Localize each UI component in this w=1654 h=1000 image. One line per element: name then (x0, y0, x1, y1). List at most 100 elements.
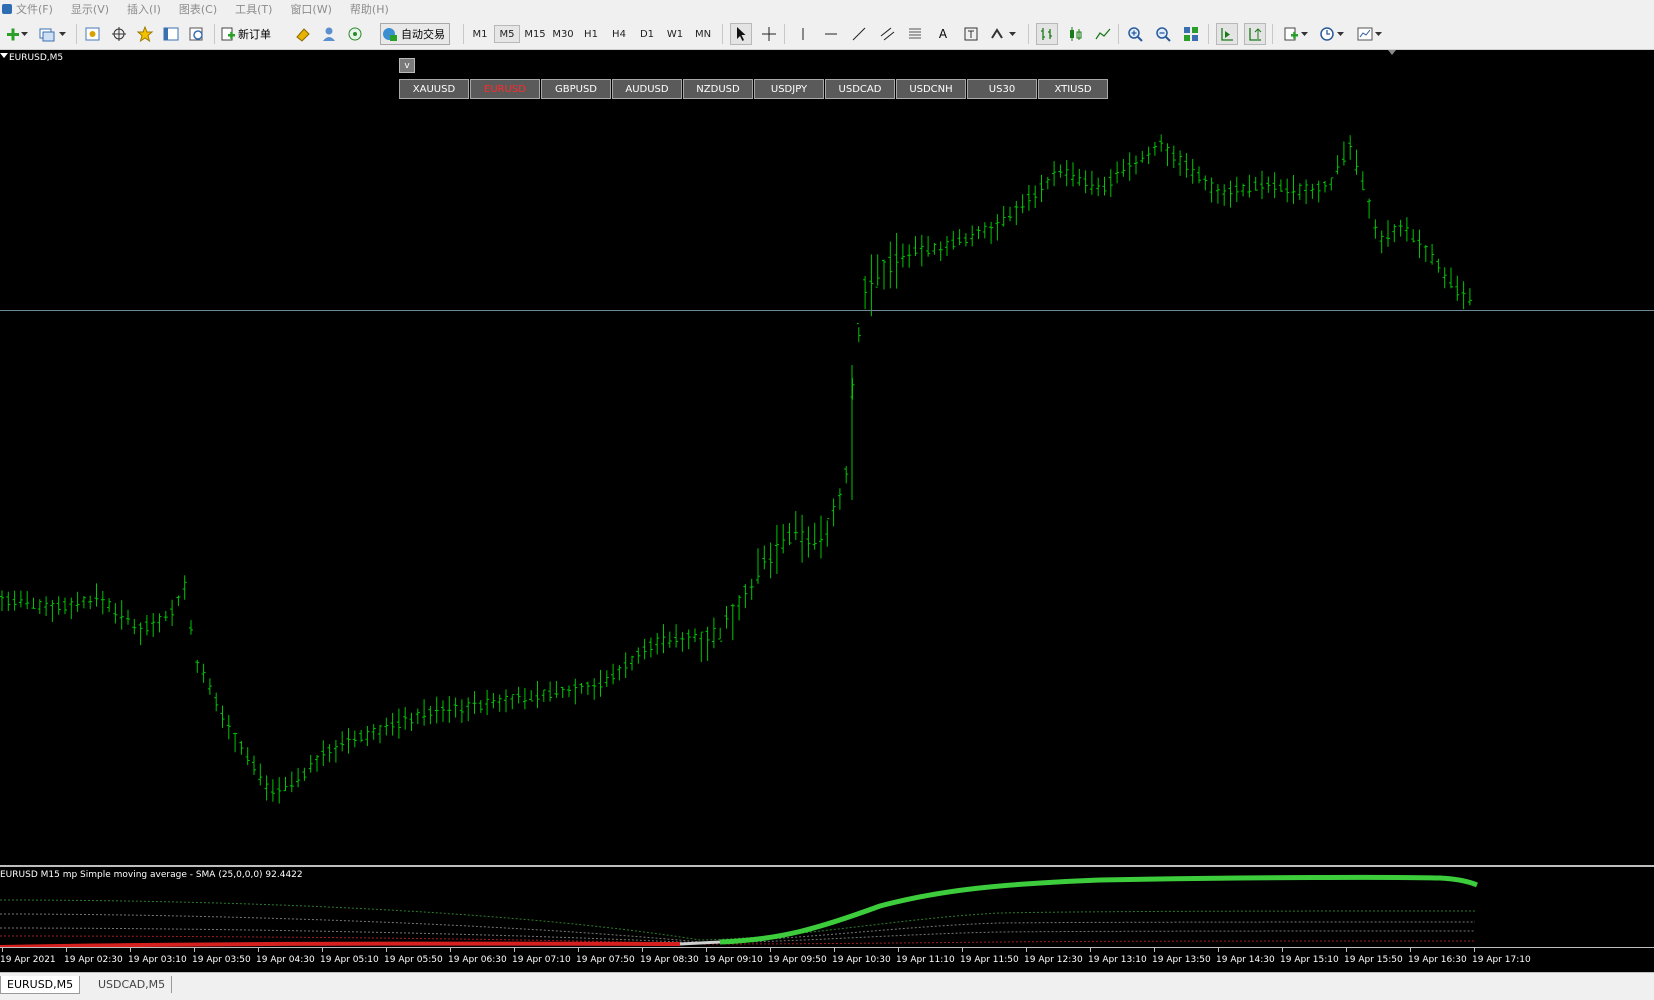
dropdown-arrow-icon[interactable] (1008, 23, 1018, 45)
price-bar (648, 637, 653, 658)
time-axis-tick (386, 948, 387, 952)
zoom-out-icon[interactable] (1152, 23, 1174, 45)
dropdown-arrow-icon[interactable] (1300, 23, 1310, 45)
menu-view[interactable]: 显示(V) (71, 1, 109, 17)
menu-tools[interactable]: 工具(T) (235, 1, 272, 17)
indicator-separator[interactable] (0, 865, 1654, 867)
dropdown-arrow-icon[interactable] (20, 23, 30, 45)
trendline-icon[interactable] (848, 23, 870, 45)
auto-scroll-icon[interactable] (1216, 23, 1238, 45)
menu-charts[interactable]: 图表(C) (179, 1, 217, 17)
price-bar (623, 652, 628, 679)
price-bar (1398, 219, 1403, 237)
timeframe-m5[interactable]: M5 (494, 25, 520, 43)
price-bar (157, 613, 162, 633)
symbol-button-gbpusd[interactable]: GBPUSD (541, 79, 611, 99)
time-axis-label: 19 Apr 17:10 (1472, 955, 1531, 965)
menu-file[interactable]: 文件(F) (16, 1, 53, 17)
symbol-button-usdcad[interactable]: USDCAD (825, 79, 895, 99)
menu-help[interactable]: 帮助(H) (350, 1, 389, 17)
zoom-in-icon[interactable] (1124, 23, 1146, 45)
time-axis-tick (962, 948, 963, 952)
price-bar (900, 243, 905, 268)
price-bar (100, 590, 105, 615)
menu-window[interactable]: 窗口(W) (290, 1, 331, 17)
arrows-icon[interactable] (986, 23, 1008, 45)
chart-window[interactable]: EURUSD,M5 v XAUUSD EURUSD GBPUSD AUDUSD … (0, 50, 1654, 972)
price-bar (945, 235, 949, 257)
market-watch-icon[interactable] (82, 23, 104, 45)
price-bar (170, 599, 175, 627)
crosshair-icon[interactable] (758, 23, 780, 45)
chart-tab-eurusd-m5[interactable]: EURUSD,M5 (0, 976, 81, 994)
dropdown-arrow-icon[interactable] (1336, 23, 1346, 45)
symbol-button-usdjpy[interactable]: USDJPY (754, 79, 824, 99)
metaeditor-icon[interactable] (292, 23, 314, 45)
line-chart-icon[interactable] (1092, 23, 1114, 45)
symbol-button-xtiusd[interactable]: XTIUSD (1038, 79, 1108, 99)
timeframe-w1[interactable]: W1 (662, 25, 688, 43)
price-bar (1449, 267, 1453, 289)
cursor-icon[interactable] (730, 23, 752, 45)
timeframe-h1[interactable]: H1 (578, 25, 604, 43)
vertical-line-icon[interactable] (792, 23, 814, 45)
templates-icon[interactable] (1354, 23, 1376, 45)
price-bar (711, 617, 716, 649)
fibonacci-icon[interactable] (904, 23, 926, 45)
chart-tab-usdcad-m5[interactable]: USDCAD,M5 (92, 976, 173, 993)
symbol-panel-toggle-button[interactable]: v (399, 58, 415, 73)
equidistant-channel-icon[interactable] (876, 23, 898, 45)
symbol-button-audusd[interactable]: AUDUSD (612, 79, 682, 99)
price-bar (270, 779, 275, 802)
symbol-button-usdcnh[interactable]: USDCNH (896, 79, 966, 99)
text-label-icon[interactable] (960, 23, 982, 45)
timeframe-mn[interactable]: MN (690, 25, 716, 43)
new-order-button[interactable]: 新订单 (220, 23, 271, 45)
symbol-button-nzdusd[interactable]: NZDUSD (683, 79, 753, 99)
terminal-icon[interactable] (160, 23, 182, 45)
data-window-icon[interactable] (108, 23, 130, 45)
price-bar (1411, 229, 1416, 243)
dropdown-arrow-icon[interactable] (1374, 23, 1384, 45)
time-axis-label: 19 Apr 12:30 (1024, 955, 1083, 965)
profiles-icon[interactable] (36, 23, 58, 45)
menu-insert[interactable]: 插入(I) (127, 1, 161, 17)
price-bar (1058, 164, 1063, 178)
symbol-button-eurusd[interactable]: EURUSD (470, 79, 540, 99)
price-bar (743, 584, 748, 609)
price-bar (1297, 183, 1302, 201)
indicators-icon[interactable] (1280, 23, 1302, 45)
timeframe-m30[interactable]: M30 (550, 25, 576, 43)
tile-windows-icon[interactable] (1180, 23, 1202, 45)
horizontal-line-icon[interactable] (820, 23, 842, 45)
time-axis-tick (514, 948, 515, 952)
price-bar (926, 235, 931, 257)
price-bar (1278, 179, 1283, 192)
symbol-button-us30[interactable]: US30 (967, 79, 1037, 99)
timeframe-d1[interactable]: D1 (634, 25, 660, 43)
navigator-icon[interactable] (134, 23, 156, 45)
chart-shift-icon[interactable] (1244, 23, 1266, 45)
auto-trading-button[interactable]: 自动交易 (380, 23, 450, 45)
account-icon[interactable] (318, 23, 340, 45)
price-bar (1392, 224, 1397, 243)
time-axis-tick (322, 948, 323, 952)
price-bar (384, 717, 389, 736)
price-bar (126, 609, 130, 625)
strategy-tester-icon[interactable] (186, 23, 208, 45)
price-bar (831, 498, 836, 527)
price-bar (856, 323, 861, 343)
dropdown-arrow-icon[interactable] (58, 23, 68, 45)
timeframe-h4[interactable]: H4 (606, 25, 632, 43)
timeframe-m15[interactable]: M15 (522, 25, 548, 43)
bar-chart-icon[interactable] (1036, 23, 1058, 45)
symbol-button-xauusd[interactable]: XAUUSD (399, 79, 469, 99)
price-bar (1272, 172, 1277, 199)
price-bar (970, 225, 975, 247)
signals-icon[interactable] (344, 23, 366, 45)
candlestick-icon[interactable] (1064, 23, 1086, 45)
text-icon[interactable]: A (932, 23, 954, 45)
price-bar (1203, 175, 1208, 191)
timeframe-m1[interactable]: M1 (467, 25, 493, 43)
periods-clock-icon[interactable] (1316, 23, 1338, 45)
